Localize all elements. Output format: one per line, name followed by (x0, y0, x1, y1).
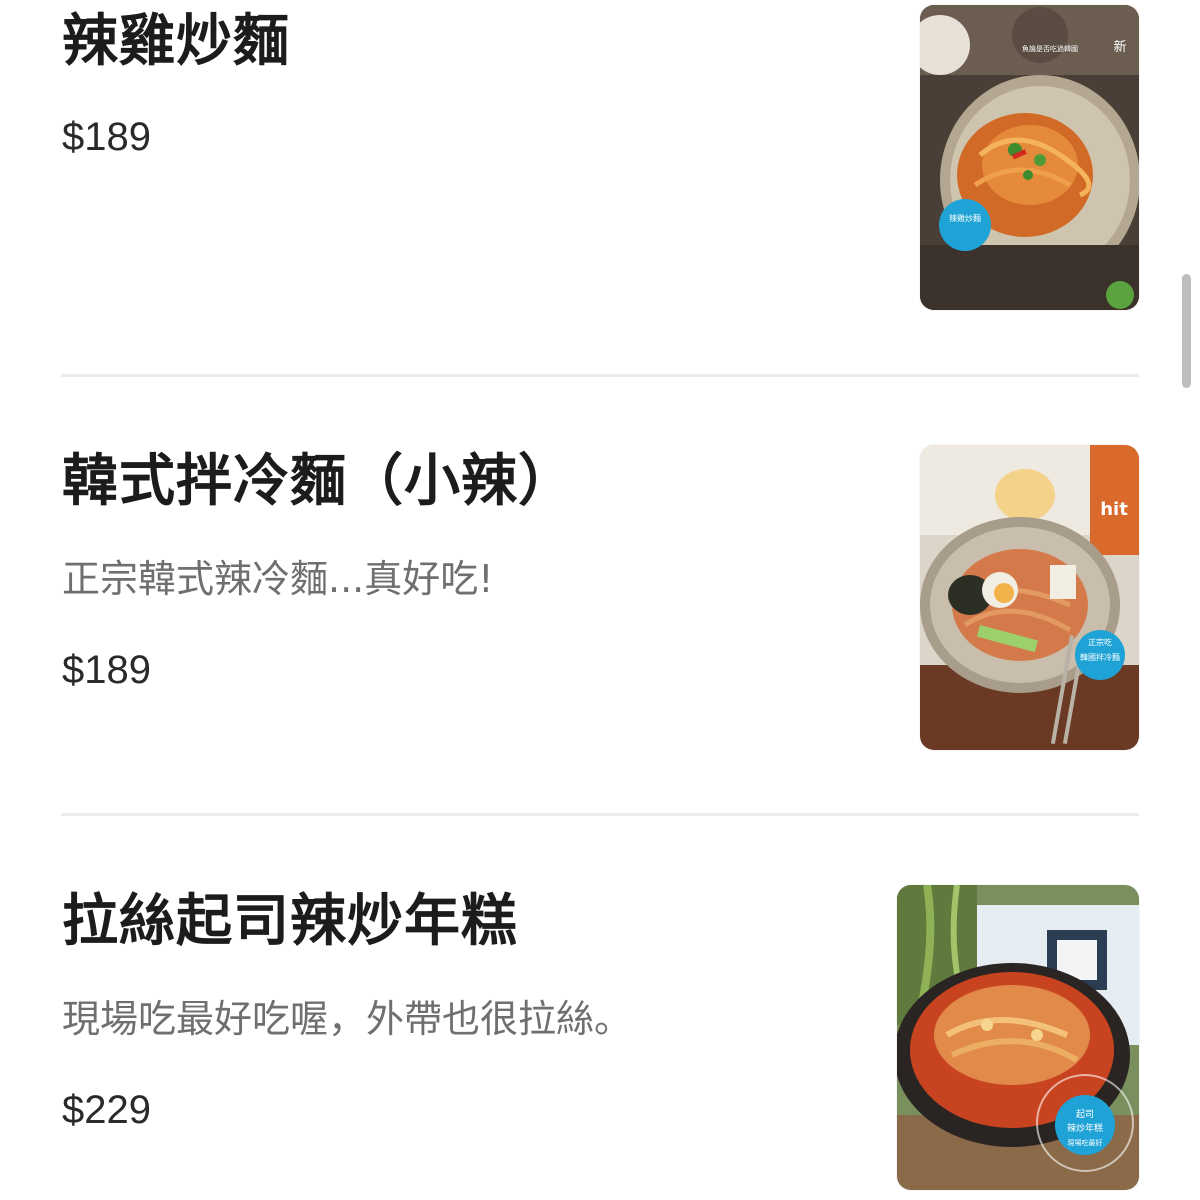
item-divider (61, 813, 1139, 816)
badge-text: 辣炒年糕 (1067, 1122, 1103, 1134)
badge-top-text: 正宗吃 (1088, 637, 1112, 647)
item-photo-spicy-chicken-noodles[interactable]: 辣雞炒麵 新 魚論是否吃過韓國 (920, 5, 1139, 310)
item-name: 韓式拌冷麵（小辣） (62, 449, 575, 514)
promo-text: 魚論是否吃過韓國 (1022, 44, 1078, 53)
item-name: 拉絲起司辣炒年糕 (62, 889, 518, 954)
item-description: 現場吃最好吃喔，外帶也很拉絲。 (62, 997, 633, 1041)
item-photo-cheese-tteokbokki[interactable]: 起司 辣炒年糕 現場吃最好 (897, 885, 1139, 1190)
item-photo-korean-cold-noodles[interactable]: hit 正宗吃 韓國拌冷麵 (920, 445, 1139, 750)
item-price: $189 (62, 648, 151, 692)
badge-bottom-text: 現場吃最好 (1068, 1138, 1103, 1147)
item-price: $229 (62, 1088, 151, 1132)
badge-text: 韓國拌冷麵 (1080, 652, 1120, 662)
bottle-label: hit (1100, 499, 1128, 520)
badge-text: 辣雞炒麵 (949, 213, 981, 223)
item-price: $189 (62, 115, 151, 159)
menu-item-spicy-chicken-noodles[interactable]: 辣雞炒麵 $189 辣雞炒麵 新 魚論是否吃過韓國 (0, 0, 1200, 340)
item-description: 正宗韓式辣冷麵...真好吃! (62, 557, 494, 601)
badge-top-text: 起司 (1076, 1109, 1094, 1120)
menu-item-korean-cold-noodles[interactable]: 韓式拌冷麵（小辣） 正宗韓式辣冷麵...真好吃! $189 hit 正宗吃 韓國… (0, 400, 1200, 800)
menu-item-cheese-tteokbokki[interactable]: 拉絲起司辣炒年糕 現場吃最好吃喔，外帶也很拉絲。 $229 起司 辣炒年糕 現場… (0, 840, 1200, 1200)
item-divider (61, 374, 1139, 377)
item-name: 辣雞炒麵 (62, 9, 290, 74)
badge-new-text: 新 (1113, 39, 1126, 55)
scrollbar-thumb[interactable] (1182, 274, 1191, 388)
